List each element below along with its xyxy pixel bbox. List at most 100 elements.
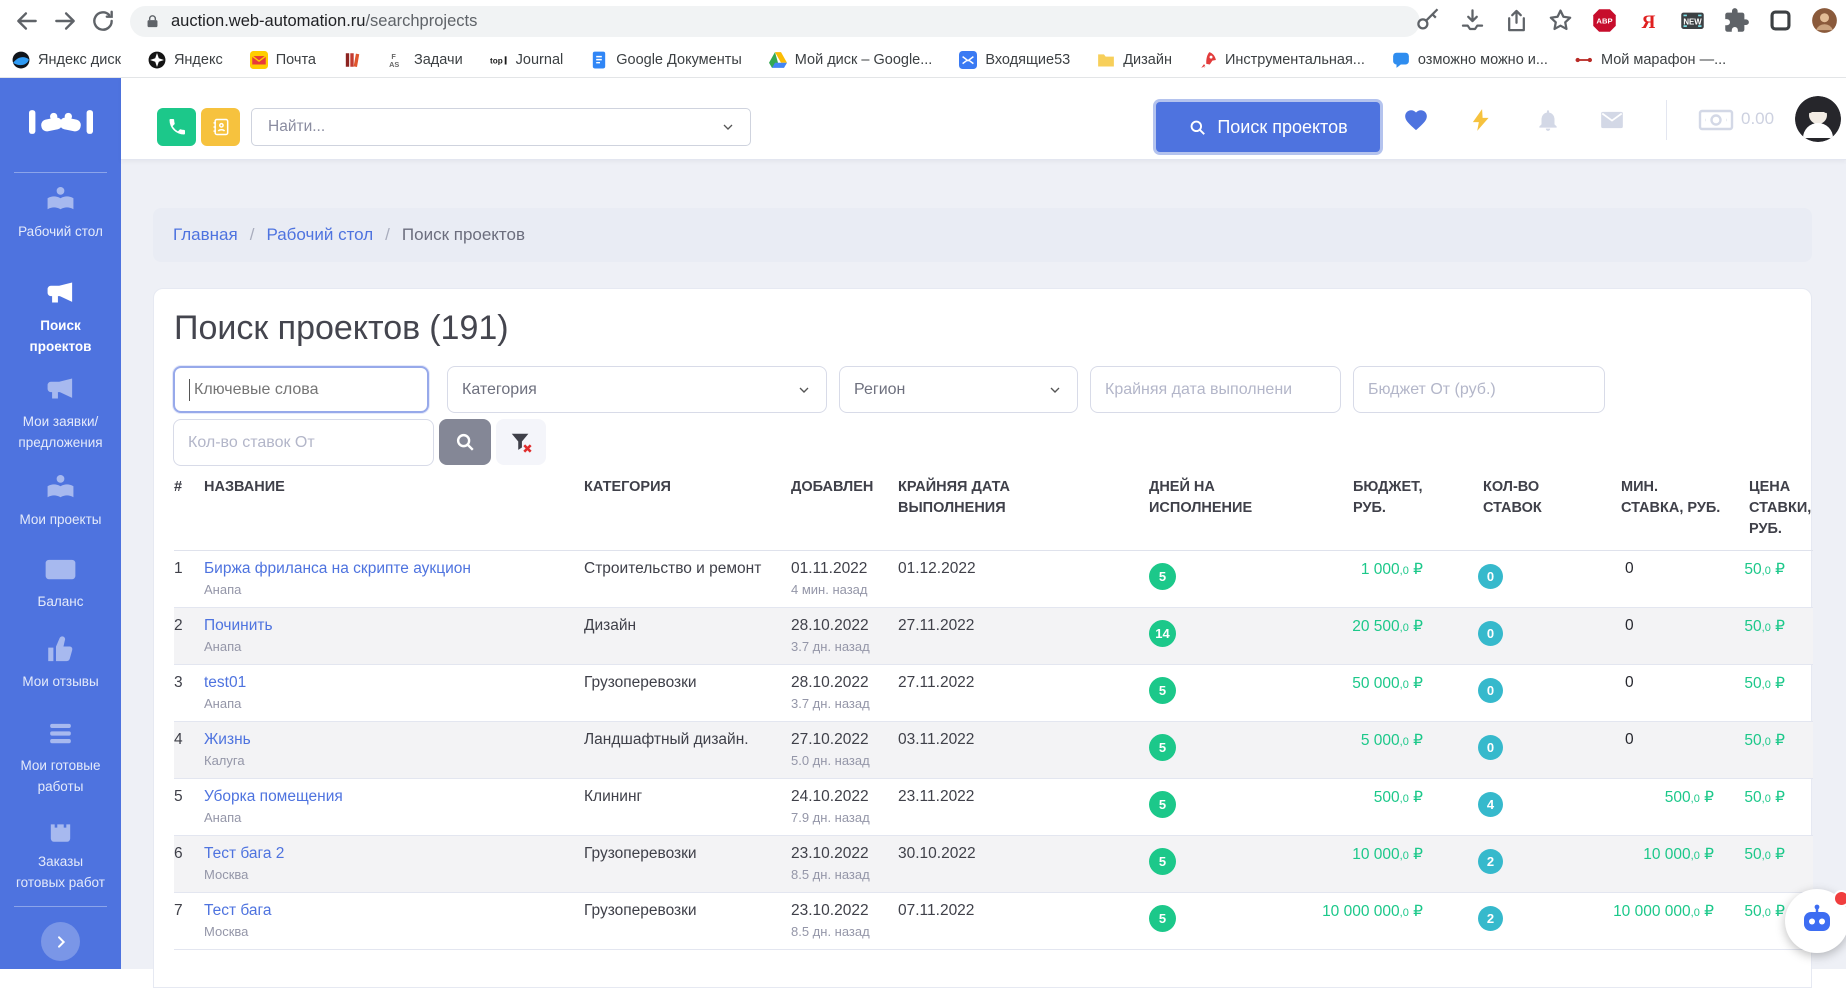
sidebar-item-Мои готовые[interactable]: Мои готовыеработы — [0, 718, 121, 797]
sidebar-item-label: Рабочий стол — [0, 221, 121, 242]
svg-text:ABP: ABP — [1596, 17, 1612, 26]
budget-cell: 50 000,0 ₽ — [1301, 674, 1439, 721]
bookmark-item[interactable]: Яндекс диск — [12, 51, 121, 69]
bookmark-item[interactable] — [343, 51, 361, 69]
bids-from-input[interactable] — [173, 419, 434, 466]
bookmark-item[interactable]: FASЗадачи — [388, 51, 463, 69]
breadcrumb-desktop[interactable]: Рабочий стол — [266, 225, 373, 245]
added-ago: 3.7 дн. назад — [791, 639, 898, 654]
global-search-combobox[interactable] — [251, 108, 751, 146]
back-icon[interactable] — [14, 8, 40, 34]
projects-table: #НАЗВАНИЕКАТЕГОРИЯДОБАВЛЕНКРАЙНЯЯ ДАТАВЫ… — [174, 477, 1813, 950]
bookmark-item[interactable]: Яндекс — [148, 51, 223, 69]
budget-cell: 5 000,0 ₽ — [1301, 731, 1439, 778]
star-icon[interactable] — [1547, 7, 1574, 34]
bids-badge: 4 — [1478, 792, 1503, 817]
project-link[interactable]: test01 — [204, 674, 246, 691]
project-link[interactable]: Жизнь — [204, 731, 251, 748]
bookmark-item[interactable]: Дизайн — [1097, 51, 1172, 69]
days-badge: 14 — [1149, 620, 1176, 647]
download-icon[interactable] — [1459, 7, 1486, 34]
sidebar-item-Поиск[interactable]: Поискпроектов — [0, 278, 121, 357]
deadline-input[interactable] — [1090, 366, 1341, 413]
project-city: Анапа — [204, 696, 584, 711]
megaphone-icon — [0, 374, 121, 405]
favorites-heart-icon[interactable] — [1403, 107, 1429, 133]
books-icon — [343, 51, 361, 69]
bookmark-item[interactable]: Инструментальная... — [1199, 51, 1365, 69]
sidebar-item-Заказы[interactable]: Заказыготовых работ — [0, 814, 121, 893]
bookmark-item[interactable]: Google Документы — [590, 51, 742, 69]
filters-row-2 — [173, 419, 546, 466]
forward-icon[interactable] — [52, 8, 78, 34]
budget-from-input[interactable] — [1353, 366, 1605, 413]
days-cell: 5 — [1149, 560, 1301, 607]
keywords-field[interactable] — [192, 380, 413, 400]
project-link[interactable]: Биржа фриланса на скрипте аукцион — [204, 560, 471, 577]
breadcrumb-home[interactable]: Главная — [173, 225, 238, 245]
url-bar[interactable]: auction.web-automation.ru/searchprojects — [130, 6, 1420, 37]
sidebar-item-Рабочий стол[interactable]: Рабочий стол — [0, 184, 121, 242]
min-bid-cell: 0 — [1621, 560, 1741, 607]
abp-icon[interactable]: ABP — [1591, 7, 1618, 34]
key-icon[interactable] — [1415, 7, 1442, 34]
bookmark-item[interactable]: Входящие53 — [959, 51, 1070, 69]
bookmark-label: Яндекс диск — [38, 52, 121, 68]
added-cell: 27.10.20225.0 дн. назад — [791, 731, 898, 778]
search-icon — [454, 431, 476, 453]
project-link[interactable]: Уборка помещения — [204, 788, 343, 805]
keywords-input[interactable] — [173, 366, 429, 413]
clear-filters-button[interactable] — [496, 419, 546, 465]
category-cell: Строительство и ремонт — [584, 560, 791, 607]
sidebar-item-Мои заявки/[interactable]: Мои заявки/предложения — [0, 374, 121, 453]
window-icon[interactable] — [1767, 7, 1794, 34]
bookmark-item[interactable]: Мой диск – Google... — [769, 51, 933, 69]
desk-icon — [0, 184, 121, 215]
global-search-input[interactable] — [266, 117, 720, 137]
bookmark-item[interactable]: topJournal — [490, 51, 564, 69]
min-bid-cell: 10 000,0 ₽ — [1621, 845, 1741, 892]
user-avatar[interactable] — [1795, 96, 1841, 142]
profile-icon[interactable] — [1811, 7, 1838, 34]
bids-cell: 0 — [1439, 617, 1621, 664]
bids-badge: 0 — [1478, 621, 1503, 646]
bookmark-item[interactable]: озможно можно и... — [1392, 51, 1548, 69]
filters-row-1: Категория Регион — [173, 366, 1605, 413]
share-icon[interactable] — [1503, 7, 1530, 34]
reload-icon[interactable] — [90, 8, 116, 34]
sidebar-item-Баланс[interactable]: Баланс — [0, 554, 121, 612]
address-book-button[interactable] — [201, 108, 240, 146]
notification-dot — [1833, 890, 1846, 907]
notifications-bell-icon[interactable] — [1535, 107, 1561, 133]
bookmark-item[interactable]: Почта — [250, 51, 316, 69]
category-select[interactable]: Категория — [447, 366, 827, 413]
puzzle-icon[interactable] — [1723, 7, 1750, 34]
project-link[interactable]: Тест бага — [204, 902, 271, 919]
min-bid-cell: 500,0 ₽ — [1621, 788, 1741, 835]
project-link[interactable]: Починить — [204, 617, 273, 634]
chevron-down-icon[interactable] — [720, 119, 736, 135]
sidebar-divider-bottom — [14, 906, 107, 907]
top-header: Поиск проектов 0.00 — [121, 78, 1846, 160]
handshake-logo-icon[interactable] — [0, 104, 121, 140]
sidebar-item-Мои отзывы[interactable]: Мои отзывы — [0, 634, 121, 692]
table-row: 1Биржа фриланса на скрипте аукционАнапаС… — [174, 551, 1813, 608]
messages-envelope-icon[interactable] — [1599, 107, 1625, 133]
sidebar-expand-button[interactable] — [41, 922, 80, 961]
phone-button[interactable] — [157, 108, 196, 146]
bolt-icon[interactable] — [1468, 107, 1494, 133]
apply-filters-button[interactable] — [439, 419, 491, 465]
new-badge-icon[interactable]: NEW — [1679, 7, 1706, 34]
sidebar-item-Мои проекты[interactable]: Мои проекты — [0, 472, 121, 530]
table-header: #НАЗВАНИЕКАТЕГОРИЯДОБАВЛЕНКРАЙНЯЯ ДАТАВЫ… — [174, 477, 1813, 551]
added-cell: 28.10.20223.7 дн. назад — [791, 617, 898, 664]
project-city: Анапа — [204, 639, 584, 654]
chat-widget-button[interactable] — [1785, 889, 1846, 953]
table-row: 7Тест багаМоскваГрузоперевозки23.10.2022… — [174, 893, 1813, 950]
balance-amount[interactable]: 0.00 — [1741, 109, 1774, 129]
project-link[interactable]: Тест бага 2 — [204, 845, 284, 862]
region-select[interactable]: Регион — [839, 366, 1078, 413]
bookmark-item[interactable]: Мой марафон —... — [1575, 51, 1726, 69]
yandex-letter-icon[interactable]: Я — [1635, 7, 1662, 34]
search-projects-button[interactable]: Поиск проектов — [1156, 102, 1380, 152]
